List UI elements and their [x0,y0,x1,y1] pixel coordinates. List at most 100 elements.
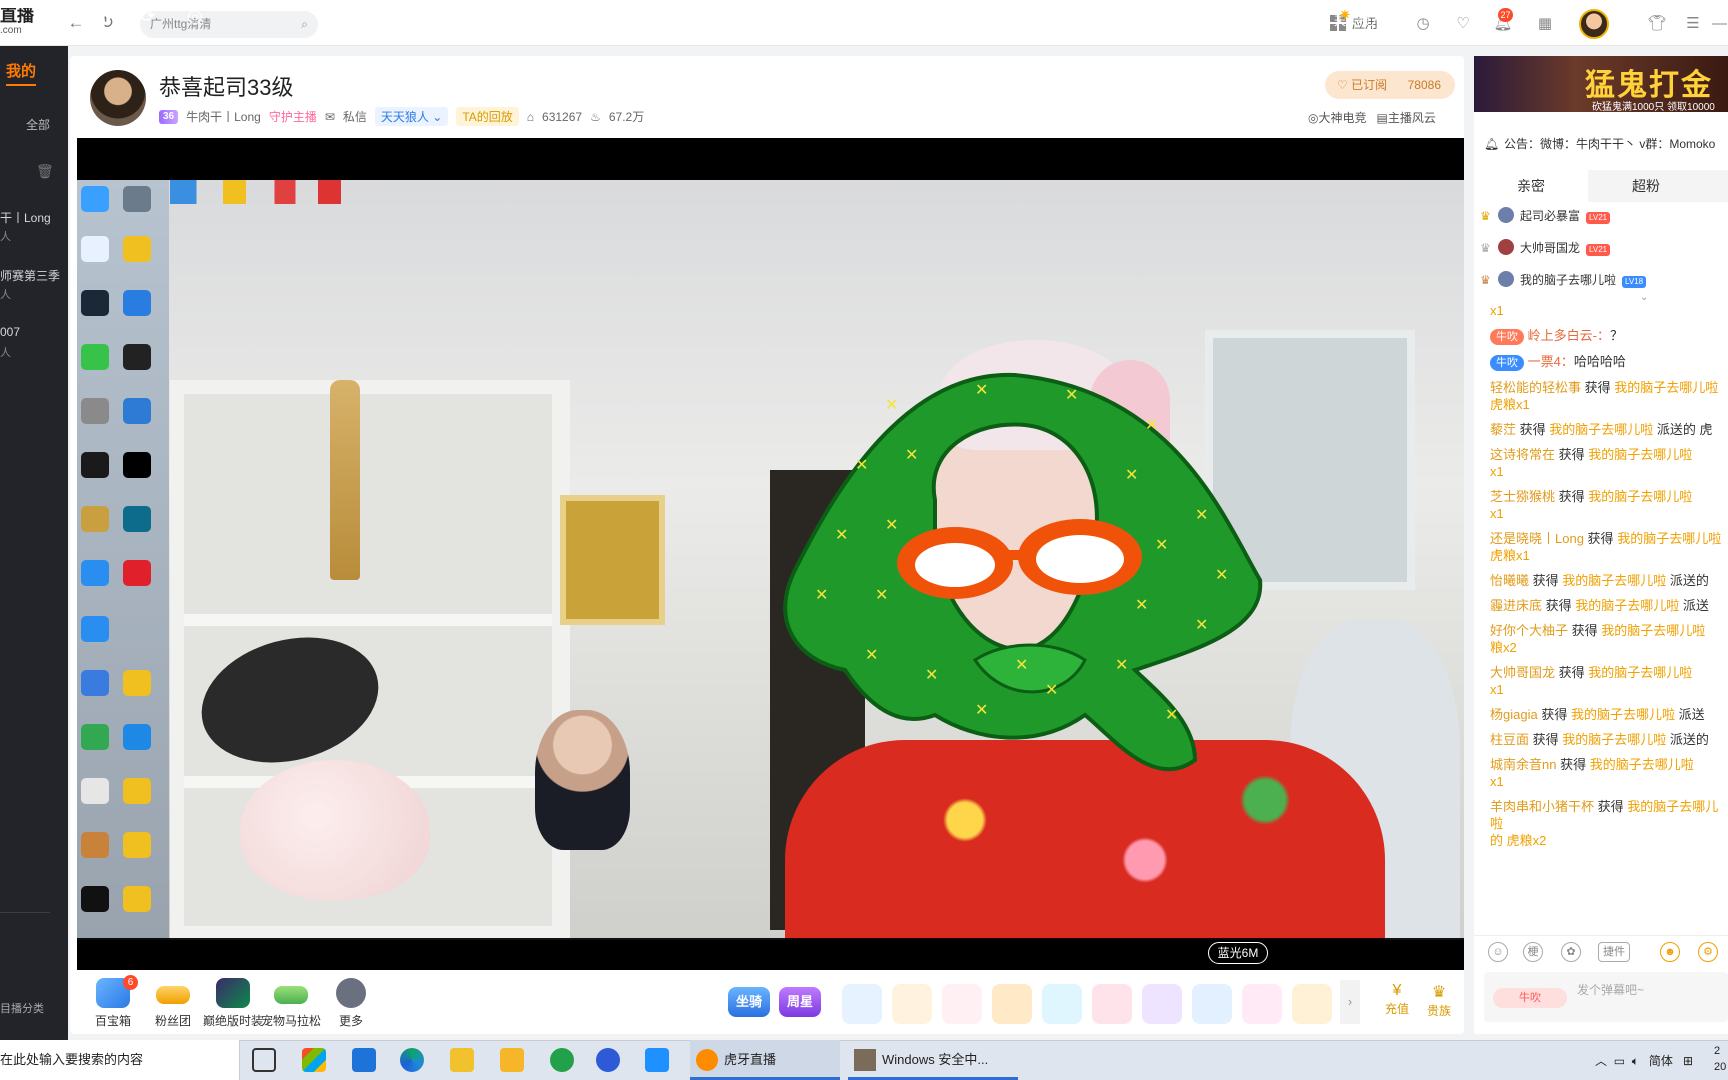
system-tray[interactable]: ︿ ▭ 🔈︎ 简体 ⊞ [1595,1052,1693,1069]
mail-icon[interactable] [352,1048,376,1072]
gift-item[interactable] [842,984,882,1024]
background-plush [240,760,430,900]
costume-button[interactable]: 巅绝版时装 [200,978,266,1029]
gift-next-arrow-icon[interactable]: › [1340,980,1360,1024]
fan-club-button[interactable]: 粉丝团 [140,978,206,1029]
chat-message: 这诗将常在 获得 我的脑子去哪儿啦 x1 [1490,447,1693,479]
fan-level-badge: LV21 [1586,244,1611,256]
calendar-icon[interactable]: ▦ [1535,14,1555,34]
gift-item[interactable] [992,984,1032,1024]
task-view-icon[interactable] [252,1048,276,1072]
sidebar-item-sub: 人 [0,231,11,243]
shirt-icon[interactable]: 👕︎ [1647,14,1667,34]
sticker-icon[interactable]: ☻ [1660,942,1680,962]
pet-marathon-button[interactable]: 宠物马拉松 [258,978,324,1029]
esports-link[interactable]: 大神电竞 [1318,111,1366,125]
gift-settings-icon[interactable]: ⚙ [1698,942,1718,962]
app-icon[interactable] [500,1048,524,1072]
app-icon[interactable] [645,1048,669,1072]
fan-badge-selector[interactable]: 牛吹 [1493,988,1567,1008]
svg-text:✕: ✕ [905,445,918,464]
volume-icon[interactable]: 🔈︎ [1163,6,1185,26]
refresh-icon[interactable]: ⟳ [137,6,159,26]
tab-intimacy[interactable]: 亲密 [1517,176,1545,196]
svg-text:✕: ✕ [1165,705,1178,724]
anchor-name[interactable]: 牛肉干丨Long [186,108,261,125]
sidebar-filter-all[interactable]: 全部 [26,116,50,133]
gift-item[interactable] [1292,984,1332,1024]
app-icon[interactable] [596,1048,620,1072]
back-arrow-icon[interactable]: ← [66,13,86,33]
sidebar-item-name[interactable]: 007 [0,325,68,339]
sidebar-item-name[interactable]: 师赛第三季 [0,267,68,284]
minimize-icon[interactable]: — [1712,14,1727,34]
gift-item[interactable] [1142,984,1182,1024]
taskbar-app-security[interactable]: Windows 安全中... [848,1040,1018,1080]
trash-icon[interactable]: 🗑︎ [36,163,54,180]
danmu-settings-icon[interactable]: ▤ [1118,6,1140,26]
style-icon: ▤ [1376,111,1388,125]
taskbar-search[interactable]: 在此处输入要搜索的内容 [0,1040,240,1080]
palette-icon[interactable]: ✿ [1561,942,1581,962]
style-link[interactable]: 主播风云 [1388,111,1436,125]
store-icon[interactable] [302,1048,326,1072]
gift-item[interactable] [892,984,932,1024]
fan-rank-item[interactable]: ♛ 起司必暴富 LV21 [1474,201,1728,231]
gift-item[interactable] [1192,984,1232,1024]
crown-icon: ♛ [1480,241,1491,255]
fan-club-icon [156,986,190,1004]
sidebar-category-link[interactable]: 目播分类 [0,1000,68,1016]
svg-text:✕: ✕ [875,585,888,604]
sidebar-item-name[interactable]: 干丨Long [0,209,68,226]
chat-message: 好你个大柚子 获得 我的脑子去哪儿啦 粮x2 [1490,623,1706,655]
menu-icon[interactable]: ☰ [1683,14,1703,34]
subscribe-count: 78086 [1407,78,1441,92]
mount-badge[interactable]: 坐骑 [728,987,770,1017]
fan-rank-item[interactable]: ♛ 大帅哥国龙 LV21 [1474,233,1728,263]
shortcut-button[interactable]: 捷件 [1598,942,1630,962]
svg-text:✕: ✕ [1215,565,1228,584]
gift-item[interactable] [942,984,982,1024]
more-button[interactable]: 更多 [318,978,384,1029]
costume-icon [216,978,250,1008]
app-icon[interactable] [550,1048,574,1072]
fan-rank-item[interactable]: ♛ 我的脑子去哪儿啦 LV18 [1474,265,1728,295]
site-logo[interactable]: 直播 .com [0,8,34,38]
input-language[interactable]: 简体 [1649,1054,1673,1068]
recharge-button[interactable]: ¥ 充值 [1382,982,1412,1017]
svg-text:✕: ✕ [815,585,828,604]
share-icon: ⇱ [1251,14,1265,28]
svg-text:✕: ✕ [1065,385,1078,404]
meme-icon[interactable]: 梗 [1523,942,1543,962]
edge-icon[interactable] [400,1048,424,1072]
heart-icon[interactable]: ♡ [1453,14,1473,34]
gift-item[interactable] [1092,984,1132,1024]
pause-icon[interactable]: ❚❚ [94,6,124,26]
svg-text:✕: ✕ [1195,615,1208,634]
tab-super-fans[interactable]: 超粉 [1632,176,1660,196]
taskbar-app-huya[interactable]: 虎牙直播 [690,1040,840,1080]
fullscreen-icon[interactable]: ⛶ [1423,6,1445,26]
search-icon[interactable]: ⌕ [301,11,308,38]
gift-item[interactable] [1042,984,1082,1024]
effects-icon[interactable]: ✷ [1334,6,1356,26]
chat-message: 藜茳 获得 我的脑子去哪儿啦 派送的 虎 [1490,422,1713,437]
noble-button[interactable]: ♛ 贵族 [1424,982,1454,1019]
theater-mode-icon[interactable]: ⧉ [1378,6,1400,26]
danmu-toggle-icon[interactable]: ▣ [1290,6,1312,26]
guard-link[interactable]: 守护主播 [269,108,317,125]
settings-icon[interactable]: ◎ [184,6,206,26]
anchor-avatar[interactable] [90,70,146,126]
pm-link[interactable]: 私信 [343,108,367,125]
file-explorer-icon[interactable] [450,1048,474,1072]
search-input[interactable]: 广州ttg清清 ⌕ [140,11,318,38]
emoji-icon[interactable]: ☺ [1488,942,1508,962]
share-button[interactable]: ⇱ 分享 [1251,12,1288,29]
taskbar-clock[interactable]: 2 20 [1714,1043,1726,1075]
weekly-star-badge[interactable]: 周星 [779,987,821,1017]
subscribe-button[interactable]: ♡ 已订阅 78086 [1325,71,1455,99]
quality-selector[interactable]: 蓝光6M [1208,942,1268,964]
sidebar-tab-my[interactable]: 我的 [6,60,36,81]
gift-item[interactable] [1242,984,1282,1024]
user-avatar[interactable] [1579,9,1609,39]
